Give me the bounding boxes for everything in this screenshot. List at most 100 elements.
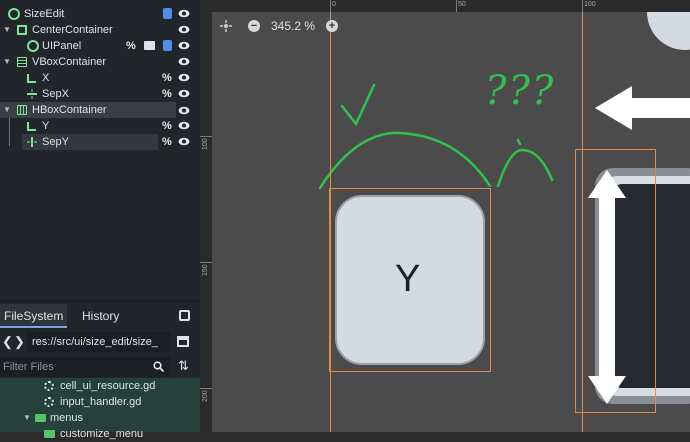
- chevron-down-icon[interactable]: ▼: [2, 54, 12, 70]
- gear-icon: [44, 397, 54, 407]
- search-icon: [153, 361, 164, 372]
- script-icon[interactable]: [163, 40, 172, 51]
- resize-box-inner: [612, 184, 690, 388]
- tree-item-vboxcontainer[interactable]: ▼ VBoxContainer: [0, 54, 200, 70]
- visibility-eye-icon[interactable]: [178, 121, 190, 130]
- folder-item-label: menus: [50, 412, 84, 424]
- tree-item-label: UIPanel: [42, 40, 82, 52]
- ruler-tick: [582, 0, 583, 12]
- tree-item-sepy[interactable]: SepY %: [0, 134, 200, 150]
- visibility-eye-icon[interactable]: [178, 25, 190, 34]
- unique-name-badge[interactable]: %: [126, 38, 136, 54]
- filter-row: ⇅: [0, 356, 200, 378]
- zoom-in-button[interactable]: +: [326, 20, 338, 32]
- tree-item-label: Y: [42, 120, 50, 132]
- visibility-eye-icon[interactable]: [178, 41, 190, 50]
- visibility-eye-icon[interactable]: [178, 137, 190, 146]
- canvas-viewport[interactable]: ??? Y 0 50 100 100 150 200 − 345.2 % +: [200, 0, 690, 432]
- ruler-tick: [456, 0, 457, 12]
- hseparator-icon: [27, 89, 37, 99]
- chevron-down-icon[interactable]: ▼: [2, 22, 12, 38]
- path-field[interactable]: res://src/ui/size_edit/size_: [26, 332, 170, 352]
- ruler-label: 50: [458, 1, 466, 8]
- tree-item-x[interactable]: X %: [0, 70, 200, 86]
- guide-vertical-0[interactable]: [330, 0, 331, 432]
- ruler-label: 150: [202, 264, 209, 276]
- gear-icon: [44, 381, 54, 391]
- tree-item-label: X: [42, 72, 50, 84]
- control-node-icon: [8, 8, 20, 20]
- dock-options-icon[interactable]: [179, 310, 190, 321]
- ruler-label: 100: [584, 1, 596, 8]
- filesystem-tabs: FileSystem History: [0, 304, 200, 328]
- tree-item-uipanel[interactable]: UIPanel %: [0, 38, 200, 54]
- tab-history[interactable]: History: [78, 304, 123, 328]
- unique-name-badge[interactable]: %: [162, 70, 172, 86]
- tree-item-centercontainer[interactable]: ▼ CenterContainer: [0, 22, 200, 38]
- tree-item-sepx[interactable]: SepX %: [0, 86, 200, 102]
- tree-item-label: SizeEdit: [24, 8, 65, 20]
- unique-name-badge[interactable]: %: [162, 118, 172, 134]
- ruler-vertical[interactable]: 100 150 200: [200, 0, 212, 432]
- control-node-icon: [27, 40, 39, 52]
- center-view-icon[interactable]: [220, 20, 232, 32]
- visibility-eye-icon[interactable]: [178, 73, 190, 82]
- tree-item-label: SepY: [42, 136, 69, 148]
- path-bar: ❮ ❯ res://src/ui/size_edit/size_: [0, 330, 200, 354]
- visibility-eye-icon[interactable]: [178, 106, 190, 115]
- visibility-eye-icon[interactable]: [178, 9, 190, 18]
- folder-icon: [35, 414, 46, 422]
- folder-item[interactable]: ▼ menus: [0, 410, 200, 426]
- sort-icon[interactable]: ⇅: [178, 358, 189, 374]
- label-icon: [27, 122, 36, 131]
- file-item[interactable]: cell_ui_resource.gd: [0, 378, 200, 394]
- vbox-container-icon: [17, 57, 27, 67]
- scene-clapper-icon[interactable]: [144, 41, 155, 50]
- tree-item-label: CenterContainer: [32, 24, 113, 36]
- y-panel-label: Y: [395, 258, 421, 300]
- center-container-icon: [17, 25, 27, 35]
- tree-item-label: SepX: [42, 88, 69, 100]
- back-icon[interactable]: ❮: [2, 334, 13, 350]
- forward-icon[interactable]: ❯: [14, 334, 25, 350]
- dock-splitter[interactable]: [0, 300, 200, 302]
- zoom-level[interactable]: 345.2 %: [271, 19, 315, 33]
- visibility-eye-icon[interactable]: [178, 89, 190, 98]
- guide-vertical-100[interactable]: [582, 0, 583, 432]
- filter-files-input[interactable]: [0, 357, 170, 377]
- visibility-eye-icon[interactable]: [178, 57, 190, 66]
- folder-item[interactable]: customize_menu: [0, 426, 200, 442]
- annotation-question-marks: ???: [485, 68, 556, 114]
- chevron-down-icon[interactable]: ▼: [22, 410, 32, 426]
- script-icon[interactable]: [163, 8, 172, 19]
- file-item-label: input_handler.gd: [60, 396, 142, 408]
- vseparator-icon: [27, 137, 37, 147]
- chevron-down-icon[interactable]: ▼: [2, 102, 12, 118]
- ruler-tick: [200, 262, 212, 263]
- ruler-horizontal[interactable]: 0 50 100: [212, 0, 690, 12]
- file-item[interactable]: input_handler.gd: [0, 394, 200, 410]
- tree-item-sizeedit[interactable]: SizeEdit: [0, 6, 200, 22]
- folder-icon: [44, 430, 55, 438]
- tree-item-hboxcontainer[interactable]: ▼ HBoxContainer: [0, 102, 176, 118]
- ruler-tick: [330, 0, 331, 12]
- ruler-label: 200: [202, 390, 209, 402]
- tab-filesystem[interactable]: FileSystem: [0, 304, 68, 328]
- file-item-label: cell_ui_resource.gd: [60, 380, 156, 392]
- split-view-icon[interactable]: [177, 336, 189, 347]
- zoom-out-button[interactable]: −: [248, 20, 260, 32]
- ruler-label: 0: [332, 1, 336, 8]
- unique-name-badge[interactable]: %: [162, 86, 172, 102]
- unique-name-badge[interactable]: %: [162, 134, 172, 150]
- hbox-container-icon: [17, 105, 27, 115]
- tree-item-y[interactable]: Y %: [0, 118, 200, 134]
- ruler-tick: [200, 136, 212, 137]
- ruler-label: 100: [202, 138, 209, 150]
- label-icon: [27, 74, 36, 83]
- file-list: cell_ui_resource.gd input_handler.gd ▼ m…: [0, 378, 200, 440]
- ruler-tick: [200, 388, 212, 389]
- left-dock: SizeEdit ▼ CenterContainer UIPanel % ▼ V…: [0, 0, 200, 440]
- scene-tree: SizeEdit ▼ CenterContainer UIPanel % ▼ V…: [0, 0, 200, 155]
- tree-item-label: VBoxContainer: [32, 56, 106, 68]
- scene-canvas: [318, 0, 690, 413]
